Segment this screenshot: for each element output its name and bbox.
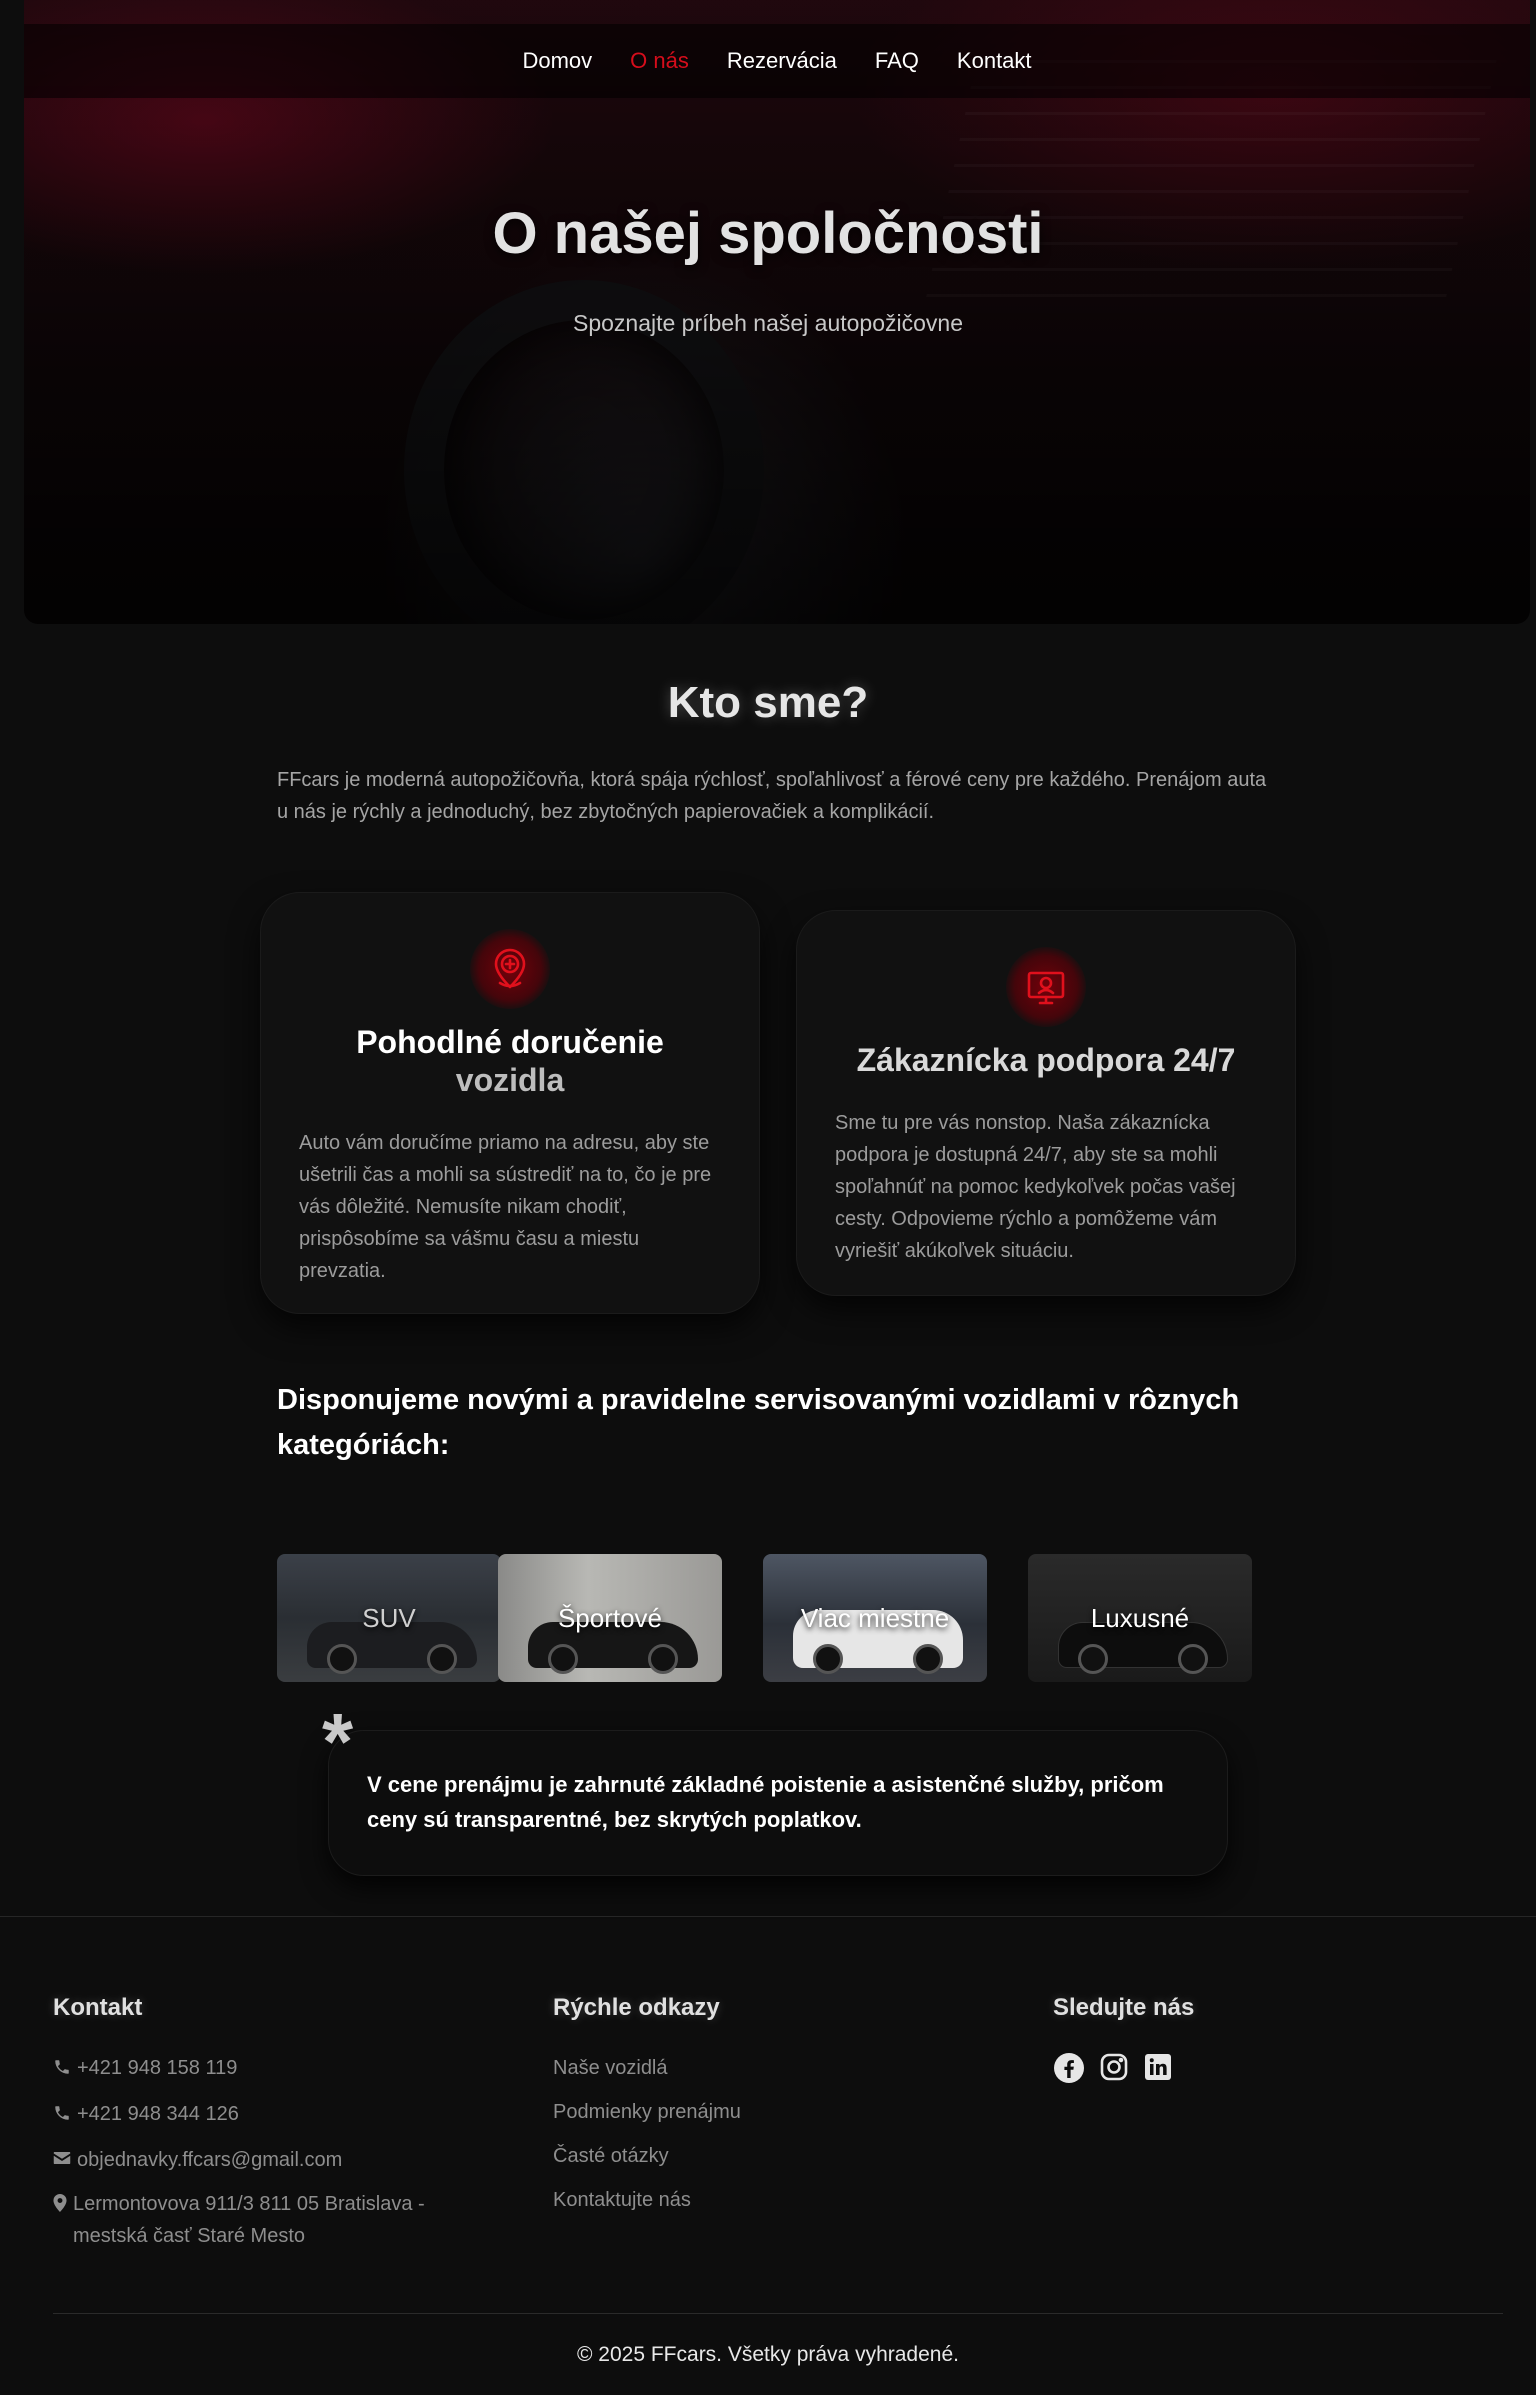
nav-link-reservation[interactable]: Rezervácia <box>727 48 837 74</box>
footer-phone-1[interactable]: +421 948 158 119 <box>53 2052 473 2086</box>
nav-link-contact[interactable]: Kontakt <box>957 48 1032 74</box>
footer-contact: Kontakt +421 948 158 119 +421 948 344 12… <box>53 1994 473 2264</box>
feature-card-support: Zákaznícka podpora 24/7 Sme tu pre vás n… <box>796 910 1296 1296</box>
copyright: © 2025 FFcars. Všetky práva vyhradené. <box>577 2343 959 2366</box>
card-title: Zákaznícka podpora 24/7 <box>856 1042 1236 1078</box>
footer-address: Lermontovova 911/3 811 05 Bratislava - m… <box>53 2188 473 2252</box>
facebook-icon[interactable] <box>1053 2052 1085 2084</box>
footer-heading: Sledujte nás <box>1053 1994 1195 2021</box>
footer-heading: Kontakt <box>53 1994 143 2021</box>
category-suv[interactable]: SUV <box>277 1554 501 1682</box>
hero-title: O našej spoločnosti <box>492 201 1044 266</box>
footer-heading: Rýchle odkazy <box>553 1994 720 2021</box>
hero-subtitle: Spoznajte príbeh našej autopožičovne <box>572 310 963 336</box>
footer-link-vehicles[interactable]: Naše vozidlá <box>553 2052 953 2084</box>
asterisk-icon: * <box>322 1697 354 1786</box>
pricing-note: V cene prenájmu je zahrnuté základné poi… <box>328 1730 1228 1876</box>
phone-icon <box>53 2052 71 2086</box>
main-nav: Domov O nás Rezervácia FAQ Kontakt <box>24 24 1530 98</box>
footer-quick-links: Rýchle odkazy Naše vozidlá Podmienky pre… <box>553 1994 953 2228</box>
card-title-line2: vozidla <box>455 1062 565 1098</box>
card-text: Auto vám doručíme priamo na adresu, aby … <box>299 1132 712 1282</box>
category-label: Luxusné <box>1090 1602 1190 1633</box>
feature-card-delivery: Pohodlné doručenie vozidla Auto vám doru… <box>260 892 760 1314</box>
fleet-title: Disponujeme novými a pravidelne servisov… <box>277 1384 1240 1461</box>
footer-link-contact[interactable]: Kontaktujte nás <box>553 2184 953 2216</box>
map-pin-icon <box>53 2188 67 2222</box>
location-plus-icon <box>470 929 550 1009</box>
footer-phone-2[interactable]: +421 948 344 126 <box>53 2098 473 2132</box>
footer-divider <box>0 1916 1536 1917</box>
card-title: Pohodlné doručenie vozidla <box>261 1023 759 1099</box>
nav-link-faq[interactable]: FAQ <box>875 48 919 74</box>
footer-link-terms[interactable]: Podmienky prenájmu <box>553 2096 953 2128</box>
card-title-line1: Pohodlné doručenie <box>356 1024 664 1060</box>
nav-link-about[interactable]: O nás <box>630 48 689 74</box>
social-icons <box>1053 2052 1453 2084</box>
phone-icon <box>53 2098 71 2132</box>
nav-link-home[interactable]: Domov <box>522 48 592 74</box>
footer-email[interactable]: objednavky.ffcars@gmail.com <box>53 2144 473 2176</box>
about-text: FFcars je moderná autopožičovňa, ktorá s… <box>277 769 1267 823</box>
linkedin-icon[interactable] <box>1143 2052 1173 2084</box>
card-text: Sme tu pre vás nonstop. Naša zákaznícka … <box>835 1112 1236 1262</box>
instagram-icon[interactable] <box>1099 2052 1129 2084</box>
category-sport[interactable]: Športové <box>498 1554 722 1682</box>
footer-bottom-divider <box>53 2313 1503 2314</box>
about-title: Kto sme? <box>667 678 869 727</box>
footer-link-faq[interactable]: Časté otázky <box>553 2140 953 2172</box>
footer-social: Sledujte nás <box>1053 1994 1453 2084</box>
envelope-icon <box>53 2144 71 2176</box>
category-label: Športové <box>557 1602 663 1633</box>
category-luxury[interactable]: Luxusné <box>1028 1554 1252 1682</box>
pricing-note-text: V cene prenájmu je zahrnuté základné poi… <box>367 1772 1164 1832</box>
category-label: SUV <box>362 1602 416 1633</box>
support-monitor-icon <box>1006 947 1086 1027</box>
category-label: Viac miestne <box>800 1602 950 1633</box>
category-multi-seat[interactable]: Viac miestne <box>763 1554 987 1682</box>
